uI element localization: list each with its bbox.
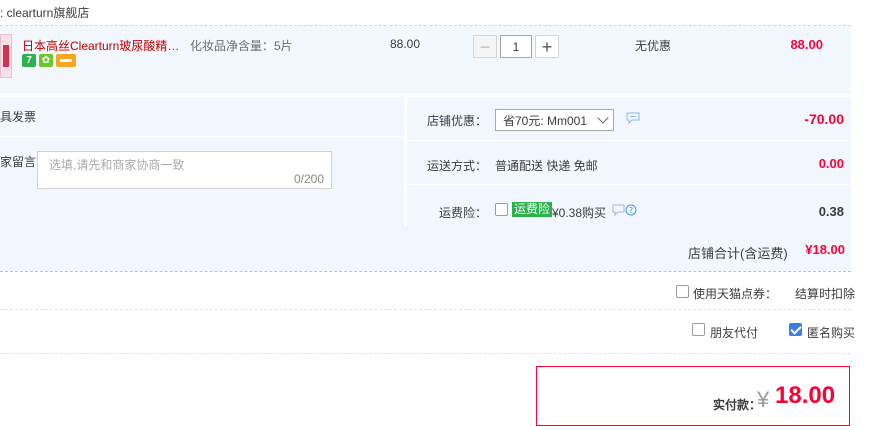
svg-text:?: ?	[629, 206, 633, 215]
tmall-points-label[interactable]: 使用天猫点券：	[693, 285, 777, 302]
product-thumbnail[interactable]	[0, 34, 12, 78]
quantity-input[interactable]: 1	[500, 35, 532, 58]
shop-coupon-selected: 省70元: Mm001	[503, 113, 588, 128]
service-badges: 7 ✿	[22, 54, 76, 68]
item-total: 88.00	[790, 37, 823, 52]
shop-coupon-label: 店铺优惠：	[427, 114, 488, 128]
genuine-guarantee-icon[interactable]: ✿	[39, 54, 53, 67]
shop-coupon-select[interactable]: 省70元: Mm001	[495, 109, 614, 131]
seven-day-return-icon[interactable]: 7	[22, 54, 36, 67]
chat-bubble-icon[interactable]	[626, 112, 640, 127]
chevron-down-icon	[597, 112, 609, 124]
insurance-tag: 运费险	[512, 202, 553, 217]
promo-status: 无优惠	[635, 39, 672, 53]
chat-help-icon[interactable]: ?	[612, 204, 638, 219]
subtotal-value: ¥18.00	[805, 242, 845, 257]
tmall-points-checkbox[interactable]	[676, 285, 689, 298]
shipping-label: 运送方式：	[427, 159, 488, 173]
shipping-price: 0.00	[818, 156, 844, 171]
friend-pay-checkbox[interactable]	[692, 323, 705, 336]
divider	[0, 353, 851, 354]
seller-message-input[interactable]: 选填,请先和商家协商一致 0/200	[37, 151, 332, 189]
insurance-label: 运费险：	[439, 206, 488, 220]
insurance-checkbox[interactable]	[495, 203, 508, 216]
tmall-points-value: 结算时扣除	[795, 287, 856, 301]
shipping-method: 普通配送 快递 免邮	[495, 159, 598, 173]
coupon-discount: -70.00	[804, 111, 844, 127]
anonymous-checkbox[interactable]	[789, 323, 802, 336]
friend-pay-label[interactable]: 朋友代付	[710, 324, 758, 341]
insurance-price: ¥0.38购买	[552, 206, 607, 220]
anonymous-label[interactable]: 匿名购买	[807, 324, 855, 341]
currency-symbol: ¥	[757, 387, 770, 412]
increase-quantity-button[interactable]: +	[535, 35, 559, 58]
invoice-label: 具发票	[0, 110, 37, 124]
pay-amount: 18.00	[775, 382, 836, 409]
divider	[0, 271, 851, 272]
unit-price: 88.00	[390, 37, 421, 51]
message-placeholder: 选填,请先和商家协商一致	[49, 158, 185, 172]
divider	[407, 184, 851, 185]
pay-label: 实付款：	[713, 398, 762, 412]
subtotal-label: 店铺合计(含运费)	[688, 246, 788, 261]
credit-card-icon[interactable]	[56, 54, 76, 67]
message-char-count: 0/200	[293, 172, 324, 186]
product-attribute: 化妆品净含量：5片	[190, 39, 293, 53]
divider	[0, 309, 851, 310]
product-name-link[interactable]: 日本高丝Clearturn玻尿酸精华...	[22, 37, 182, 54]
quantity-stepper: − 1 +	[473, 35, 559, 58]
divider	[407, 140, 851, 141]
item-row: 日本高丝Clearturn玻尿酸精华... 7 ✿ 化妆品净含量：5片 88.0…	[0, 26, 851, 94]
decrease-quantity-button[interactable]: −	[473, 35, 497, 58]
insurance-value: 0.38	[818, 204, 844, 219]
shop-title[interactable]: : clearturn旗舰店	[0, 4, 89, 21]
divider	[0, 136, 404, 137]
